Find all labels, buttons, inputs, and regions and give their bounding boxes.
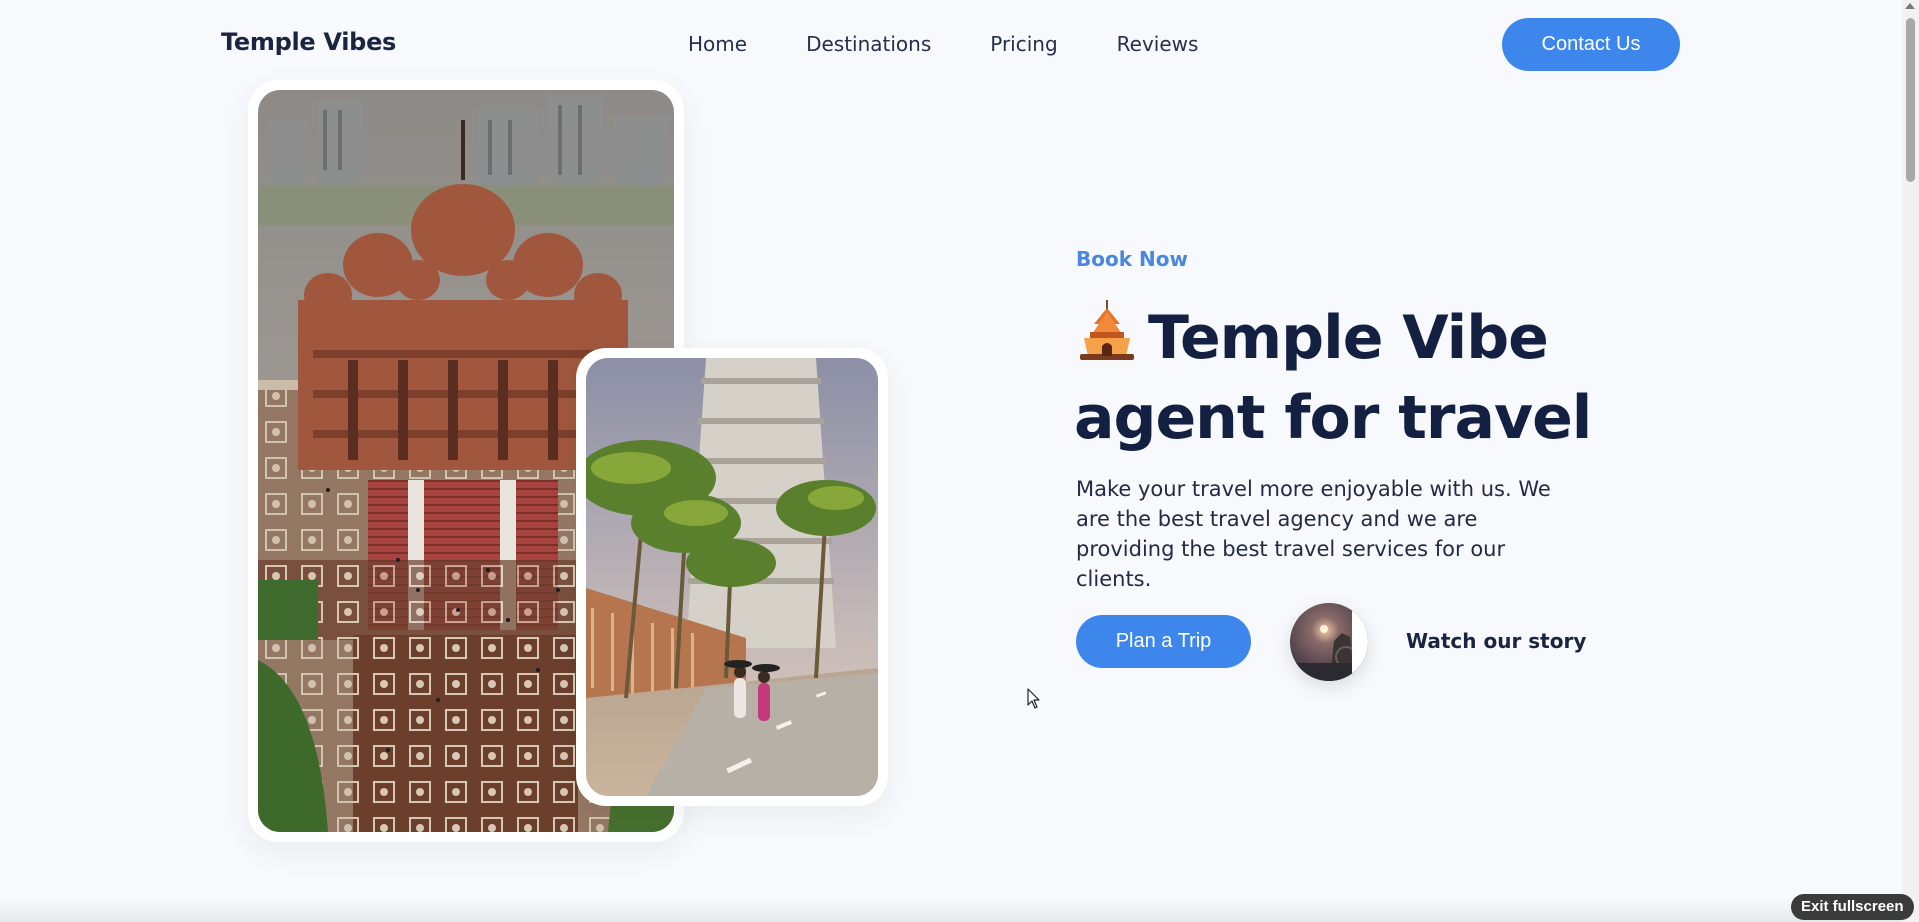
plan-a-trip-button[interactable]: Plan a Trip (1076, 615, 1251, 668)
hindu-temple-icon (1074, 298, 1140, 364)
mouse-cursor-icon (1027, 688, 1040, 709)
watch-story-link[interactable]: Watch our story (1406, 629, 1586, 653)
book-now-label: Book Now (1076, 247, 1188, 271)
vertical-scrollbar[interactable] (1902, 0, 1919, 922)
site-logo[interactable]: Temple Vibes (221, 28, 396, 56)
nav-home[interactable]: Home (688, 32, 747, 56)
bottom-edge (0, 898, 1902, 922)
headline-line-1: Temple Vibe (1148, 303, 1549, 373)
watch-story-thumbnail[interactable] (1290, 603, 1368, 681)
scrollbar-thumb[interactable] (1906, 18, 1915, 182)
hero-headline: Temple Vibe agent for travel (1074, 298, 1634, 458)
exit-fullscreen-button[interactable]: Exit fullscreen (1791, 894, 1914, 920)
headline-line-2: agent for travel (1074, 383, 1592, 453)
temple-image-card-small (576, 348, 888, 806)
landing-page: Temple Vibes Home Destinations Pricing R… (0, 0, 1919, 922)
nav-reviews[interactable]: Reviews (1117, 32, 1199, 56)
scroll-up-arrow-icon[interactable] (1905, 3, 1915, 9)
hero-description: Make your travel more enjoyable with us.… (1076, 477, 1551, 591)
nav-pricing[interactable]: Pricing (990, 32, 1057, 56)
temple-gopuram-image (586, 358, 878, 796)
contact-us-button[interactable]: Contact Us (1502, 18, 1680, 71)
nav-destinations[interactable]: Destinations (806, 32, 931, 56)
main-nav: Home Destinations Pricing Reviews (688, 32, 1257, 56)
